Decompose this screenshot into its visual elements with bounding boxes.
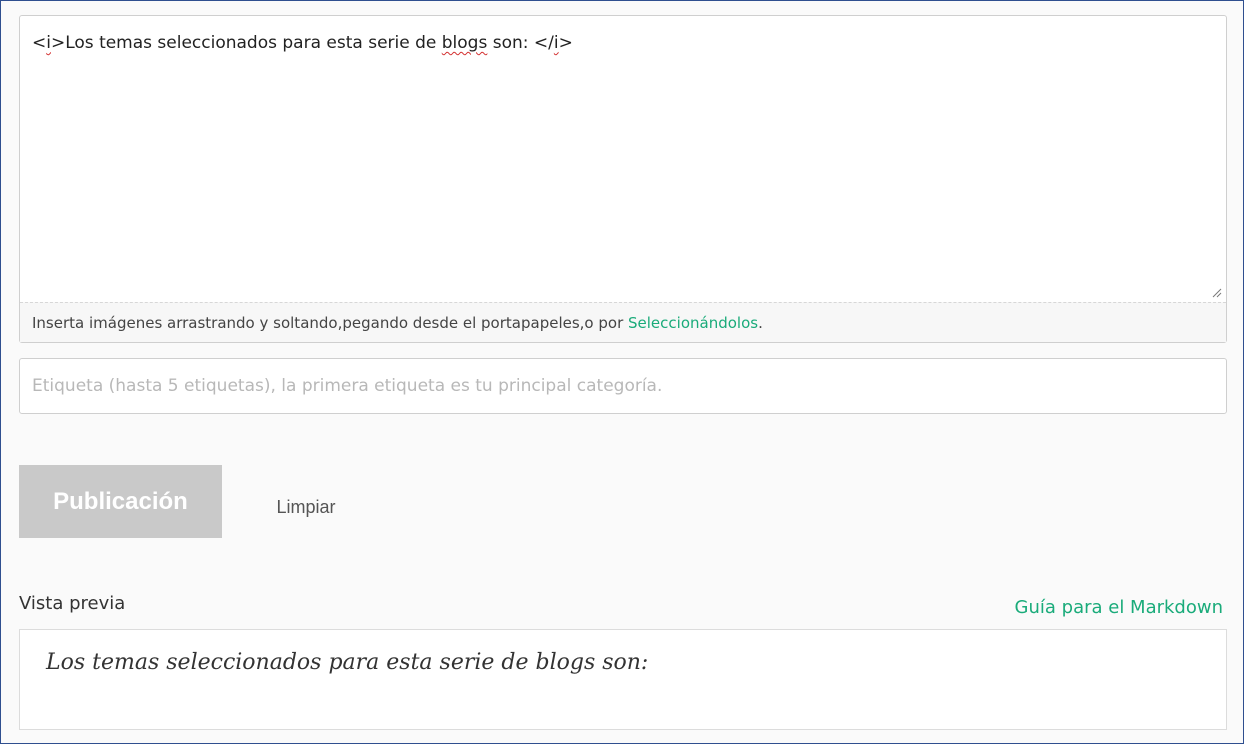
upload-hint-label: Inserta imágenes arrastrando y soltando,… [32,314,629,332]
post-editor[interactable]: <i>Los temas seleccionados para esta ser… [19,15,1227,343]
image-upload-hint: Inserta imágenes arrastrando y soltando,… [20,302,1226,342]
editor-text-part: son: </ [487,33,554,53]
upload-hint-period: . [758,314,763,332]
editor-text-part: >Los temas seleccionados para esta serie… [50,33,442,53]
editor-text-part: > [558,33,573,53]
publish-button[interactable]: Publicación [19,465,222,538]
composer-frame: <i>Los temas seleccionados para esta ser… [0,0,1244,744]
clear-button[interactable]: Limpiar [261,491,351,523]
editor-content[interactable]: <i>Los temas seleccionados para esta ser… [32,33,573,53]
preview-label: Vista previa [19,593,126,614]
select-images-link[interactable]: Seleccionándolos [628,314,758,332]
editor-text-part: blogs [441,33,488,53]
preview-rendered-text: Los temas seleccionados para esta serie … [46,650,649,675]
resize-handle-icon[interactable] [1212,288,1222,298]
markdown-guide-link[interactable]: Guía para el Markdown [1015,597,1223,618]
upload-hint-text: Inserta imágenes arrastrando y soltando,… [32,314,763,332]
tags-input[interactable] [19,358,1227,414]
editor-text-part: < [32,33,47,53]
preview-panel: Los temas seleccionados para esta serie … [19,629,1227,730]
